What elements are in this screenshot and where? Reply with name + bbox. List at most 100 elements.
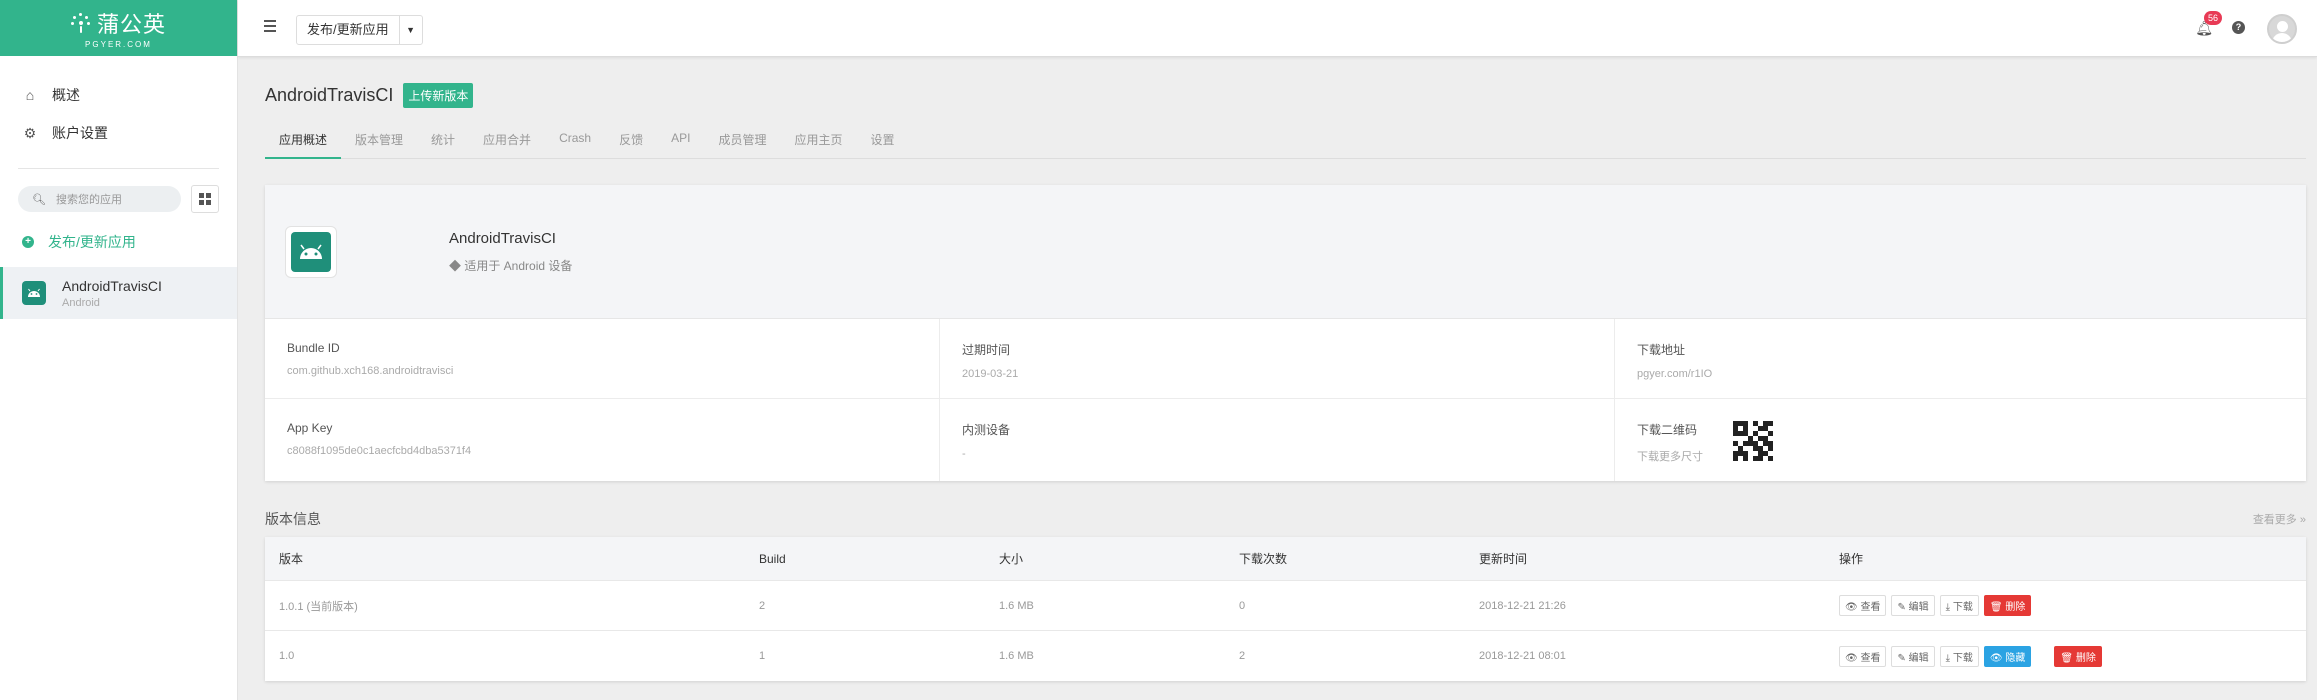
tab-homepage[interactable]: 应用主页 (780, 122, 856, 158)
tab-statistics[interactable]: 统计 (417, 122, 469, 158)
sidebar: 蒲公英 PGYER.COM ⌂ 概述 ⚙ 账户设置 🔍︎ 搜索您的应用 + 发布… (0, 0, 238, 700)
tab-api[interactable]: API (657, 122, 704, 158)
app-search-row: 🔍︎ 搜索您的应用 (0, 185, 237, 213)
tab-overview[interactable]: 应用概述 (265, 122, 342, 159)
size-cell: 1.6 MB (999, 599, 1034, 612)
download-label: 下载 (1952, 602, 1973, 613)
dandelion-icon (70, 13, 91, 33)
publish-app-link[interactable]: + 发布/更新应用 (0, 223, 237, 261)
field-label: 内测设备 (962, 423, 1011, 437)
edit-label: 编辑 (1908, 602, 1929, 613)
edit-icon: ✎ (1897, 602, 1909, 613)
field-value: - (962, 448, 966, 460)
row-actions: 👁︎ 查看 ✎ 编辑 ⤓ 下载 👁︎ 隐藏 🗑︎ 删除 (1839, 645, 2306, 667)
field-label: 过期时间 (962, 343, 1011, 357)
view-button[interactable]: 👁︎ 查看 (1839, 645, 1887, 667)
view-more-link[interactable]: 查看更多 » (2253, 511, 2306, 527)
downloads-cell: 2 (1239, 650, 1246, 662)
app-info-header: AndroidTravisCI ◆ 适用于 Android 设备 (265, 185, 2306, 319)
table-header: 版本 Build 大小 下载次数 更新时间 操作 (265, 537, 2306, 581)
edit-button[interactable]: ✎ 编辑 (1891, 645, 1935, 667)
grid-icon (199, 193, 211, 205)
hide-label: 隐藏 (2005, 652, 2026, 664)
tab-crash[interactable]: Crash (545, 122, 605, 158)
tab-versions[interactable]: 版本管理 (341, 122, 417, 158)
app-key-cell: App Key c8088f1095de0c1aecfcbd4dba5371f4 (265, 399, 940, 481)
logo-subtext: PGYER.COM (85, 40, 152, 49)
delete-button[interactable]: 🗑︎ 删除 (2054, 645, 2102, 667)
search-placeholder: 搜索您的应用 (55, 194, 122, 206)
column-header: 版本 (279, 552, 304, 566)
tab-feedback[interactable]: 反馈 (605, 122, 657, 158)
grid-view-button[interactable] (191, 185, 219, 213)
sidebar-item-account-settings[interactable]: ⚙ 账户设置 (0, 114, 237, 152)
sidebar-app-platform: Android (62, 296, 100, 309)
field-value: 2019-03-21 (962, 368, 1019, 380)
download-icon: ⤓ (1945, 652, 1953, 664)
edit-button[interactable]: ✎ 编辑 (1891, 595, 1935, 616)
qr-code-cell: 下载二维码 下载更多尺寸 (1615, 399, 2306, 481)
download-url-cell: 下载地址 pgyer.com/r1IO (1615, 319, 2306, 399)
delete-label: 删除 (2075, 652, 2096, 664)
view-button[interactable]: 👁︎ 查看 (1839, 595, 1887, 616)
tab-merge[interactable]: 应用合并 (469, 122, 545, 158)
download-label: 下载 (1952, 652, 1973, 664)
view-label: 查看 (1860, 602, 1881, 613)
delete-label: 删除 (2005, 602, 2026, 613)
download-button[interactable]: ⤓ 下载 (1939, 595, 1979, 616)
table-row: 1.0.1 (当前版本) 2 1.6 MB 0 2018-12-21 21:26… (265, 581, 2306, 631)
app-tabs: 应用概述 版本管理 统计 应用合并 Crash 反馈 API 成员管理 应用主页… (265, 122, 2306, 159)
sidebar-app-entry[interactable]: AndroidTravisCI Android (0, 267, 237, 319)
build-cell: 2 (759, 599, 766, 612)
plus-circle-icon: + (22, 236, 34, 248)
eye-icon: 👁︎ (1845, 652, 1861, 664)
menu-toggle-icon[interactable] (264, 20, 276, 35)
downloads-cell: 0 (1239, 599, 1246, 612)
sidebar-item-label: 概述 (52, 87, 80, 103)
platform-note: ◆ 适用于 Android 设备 (449, 258, 573, 273)
eye-icon: 👁︎ (1845, 602, 1861, 613)
search-icon: 🔍︎ (32, 193, 46, 206)
edit-icon: ✎ (1897, 652, 1909, 664)
publish-dropdown[interactable]: 发布/更新应用 ▼ (296, 15, 423, 45)
eye-slash-icon: 👁︎ (1989, 652, 2006, 664)
build-cell: 1 (759, 650, 766, 662)
pgyer-logo[interactable]: 蒲公英 PGYER.COM (0, 0, 237, 56)
app-info-grid: Bundle ID com.github.xch168.androidtravi… (265, 319, 2306, 481)
trash-icon: 🗑︎ (1989, 602, 2006, 613)
sidebar-app-name: AndroidTravisCI (62, 277, 162, 294)
caret-down-icon: ▼ (406, 25, 416, 35)
tab-settings[interactable]: 设置 (856, 122, 908, 158)
sidebar-item-overview[interactable]: ⌂ 概述 (0, 76, 237, 114)
table-row: 1.0 1 1.6 MB 2 2018-12-21 08:01 👁︎ 查看 ✎ … (265, 631, 2306, 681)
notification-badge: 56 (2203, 11, 2222, 25)
test-devices-cell: 内测设备 - (940, 399, 1615, 481)
column-header: 操作 (1839, 552, 1864, 566)
updated-cell: 2018-12-21 21:26 (1479, 599, 1566, 612)
gear-icon: ⚙ (23, 124, 37, 141)
avatar[interactable] (2267, 14, 2297, 44)
versions-table: 版本 Build 大小 下载次数 更新时间 操作 1.0.1 (当前版本) 2 … (265, 537, 2306, 681)
tab-members[interactable]: 成员管理 (704, 122, 780, 158)
download-button[interactable]: ⤓ 下载 (1939, 645, 1979, 667)
delete-button[interactable]: 🗑︎ 删除 (1983, 595, 2032, 616)
updated-cell: 2018-12-21 08:01 (1479, 650, 1566, 662)
upload-new-version-button[interactable]: 上传新版本 (403, 83, 474, 108)
app-search-input[interactable]: 🔍︎ 搜索您的应用 (18, 186, 181, 212)
trash-icon: 🗑︎ (2060, 652, 2076, 664)
view-label: 查看 (1860, 652, 1881, 664)
row-actions: 👁︎ 查看 ✎ 编辑 ⤓ 下载 🗑︎ 删除 (1839, 595, 2306, 616)
expiry-cell: 过期时间 2019-03-21 (940, 319, 1615, 399)
hide-button[interactable]: 👁︎ 隐藏 (1983, 645, 2032, 667)
column-header: 大小 (999, 552, 1024, 566)
column-header: 下载次数 (1239, 552, 1288, 566)
download-url-link[interactable]: pgyer.com/r1IO (1637, 368, 2284, 380)
field-label: App Key (287, 421, 333, 435)
sidebar-nav: ⌂ 概述 ⚙ 账户设置 (0, 56, 237, 152)
qr-code-image[interactable] (1733, 421, 1773, 461)
help-icon[interactable]: ? (2232, 21, 2245, 34)
download-icon: ⤓ (1945, 602, 1953, 613)
field-value: com.github.xch168.androidtravisci (287, 365, 454, 377)
app-info-card: AndroidTravisCI ◆ 适用于 Android 设备 Bundle … (265, 185, 2306, 481)
column-header: 更新时间 (1479, 552, 1528, 566)
